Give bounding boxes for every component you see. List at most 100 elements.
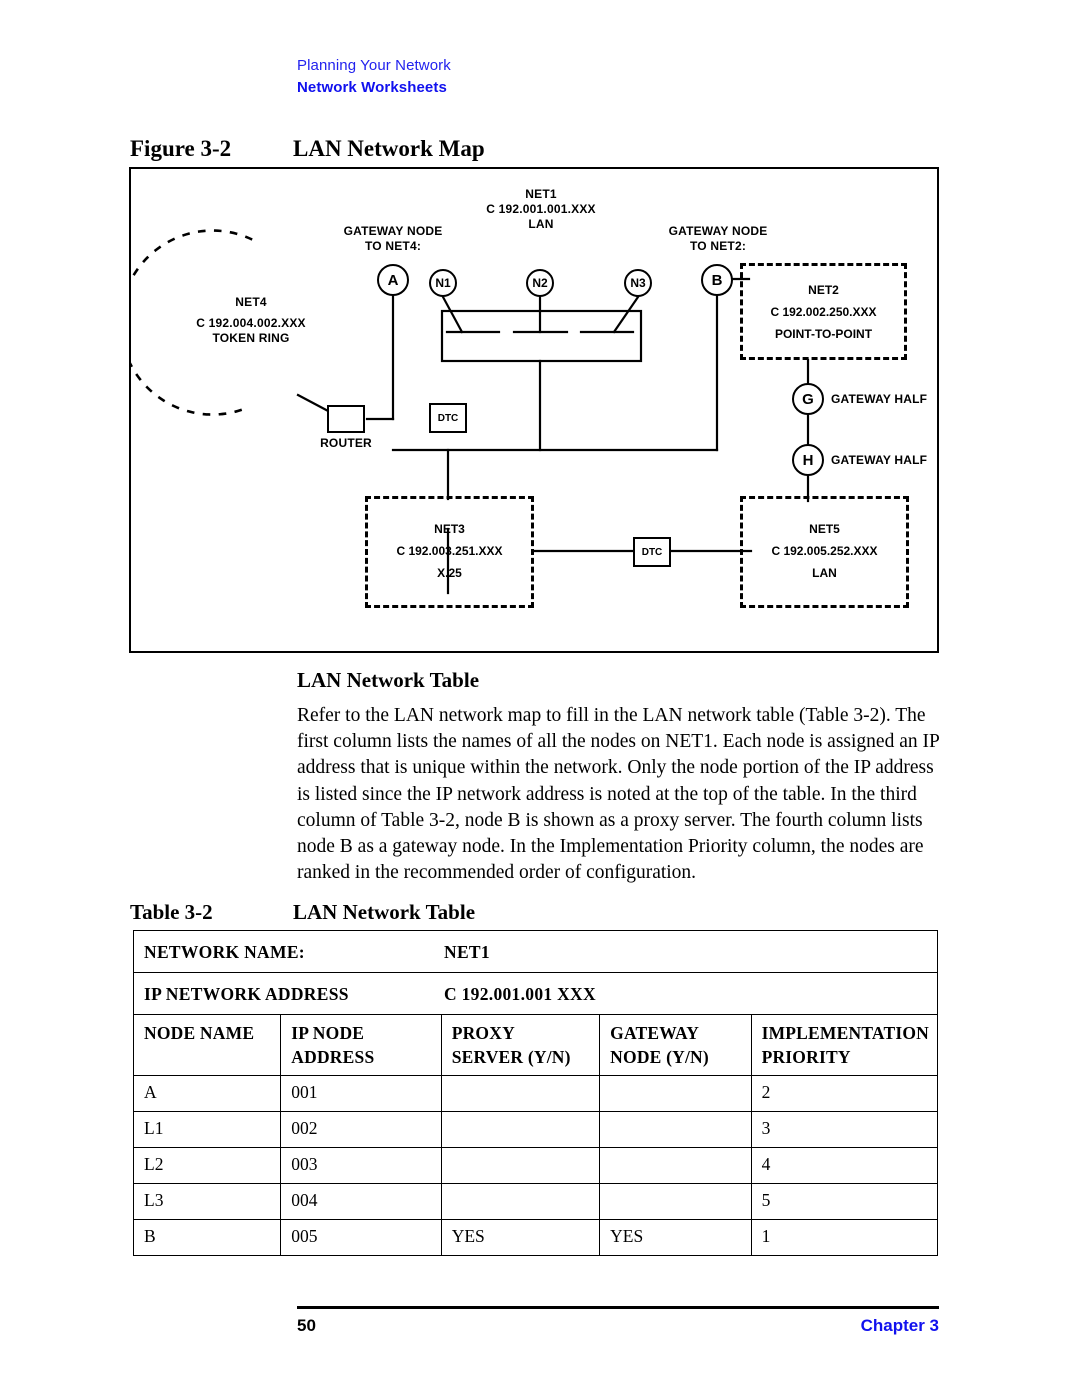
column-header-proxy-server: PROXY SERVER (Y/N) [440,1014,601,1076]
figure-caption: Figure 3-2 LAN Network Map [130,135,940,163]
gateway-to-net4-line1: GATEWAY NODE [343,224,443,238]
cell-implementation-priority: 1 [750,1219,939,1256]
node-n1: N1 [429,269,457,297]
node-n1-label: N1 [435,276,451,290]
cell-ip-node-address: 005 [280,1219,442,1256]
node-h: H [792,444,824,476]
net1-heading: NET1 C 192.001.001.XXX LAN [461,187,621,232]
cell-proxy-server: YES [440,1219,601,1256]
table-row: A 001 2 [132,1075,939,1112]
net3-address: C 192.003.251.XXX [396,544,503,558]
gateway-half-h-label: GATEWAY HALF [831,453,928,467]
cell-node-name: A [132,1075,282,1112]
footer-rule [297,1306,939,1309]
table-header-row: NODE NAME IP NODE ADDRESS PROXY SERVER (… [132,1014,939,1076]
cell-proxy-server [440,1183,601,1220]
node-a-label: A [387,271,399,289]
cell-ip-node-address: 002 [280,1111,442,1148]
table-row: B 005 YES YES 1 [132,1219,939,1256]
running-header: Planning Your Network Network Worksheets [297,56,937,97]
meta-label-ip-network-address: IP NETWORK ADDRESS [144,984,349,1004]
router-box [327,405,365,433]
net5-type: LAN [812,566,837,580]
figure-title: LAN Network Map [293,136,485,161]
cell-proxy-server [440,1111,601,1148]
net1-address: C 192.001.001.XXX [486,202,596,216]
figure-frame: NET1 C 192.001.001.XXX LAN GATEWAY NODE … [129,167,939,653]
cell-gateway-node [599,1111,752,1148]
net1-name: NET1 [525,187,557,201]
meta-value-ip-network-address: C 192.001.001 XXX [444,984,596,1004]
footer-chapter: Chapter 3 [860,1316,939,1335]
net4-address: C 192.004.002.XXX [196,316,306,330]
cell-ip-node-address: 001 [280,1075,442,1112]
running-header-section: Planning Your Network [297,57,451,74]
column-header-node-name: NODE NAME [132,1014,282,1076]
table-row: L2 003 4 [132,1147,939,1184]
net2-address: C 192.002.250.XXX [770,305,877,319]
net4-type: TOKEN RING [212,331,290,345]
cell-ip-node-address: 004 [280,1183,442,1220]
node-g-label: G [802,390,814,408]
cell-node-name: B [132,1219,282,1256]
net2-name: NET2 [808,283,839,297]
node-g: G [792,383,824,415]
cell-gateway-node [599,1183,752,1220]
figure-number: Figure 3-2 [130,136,232,161]
cell-gateway-node: YES [599,1219,752,1256]
net5-text: NET5 C 192.005.252.XXX LAN [740,518,909,584]
net3-type: X.25 [437,566,462,580]
gateway-to-net2-line2: TO NET2: [689,239,747,253]
gateway-half-g-label: GATEWAY HALF [831,392,928,406]
net2-type: POINT-TO-POINT [774,327,873,341]
meta-label-network-name: NETWORK NAME: [144,942,305,962]
cell-proxy-server [440,1147,601,1184]
gateway-to-net4-line2: TO NET4: [364,239,422,253]
node-b-label: B [711,271,723,289]
table-meta-row-ip-network-address: IP NETWORK ADDRESS C 192.001.001 XXX [133,972,938,1015]
column-header-gateway-node: GATEWAY NODE (Y/N) [599,1014,752,1076]
meta-value-network-name: NET1 [444,942,490,962]
cell-gateway-node [599,1075,752,1112]
cell-implementation-priority: 4 [750,1147,939,1184]
net1-type: LAN [528,217,554,231]
running-header-subsection: Network Worksheets [297,79,447,96]
cell-gateway-node [599,1147,752,1184]
table-row: L1 002 3 [132,1111,939,1148]
cell-node-name: L3 [132,1183,282,1220]
table-meta-row-network-name: NETWORK NAME: NET1 [133,930,938,973]
footer-page-number: 50 [297,1316,316,1335]
net3-text: NET3 C 192.003.251.XXX X.25 [365,518,534,584]
cell-node-name: L2 [132,1147,282,1184]
net2-text: NET2 C 192.002.250.XXX POINT-TO-POINT [740,279,907,345]
cell-implementation-priority: 5 [750,1183,939,1220]
cell-ip-node-address: 003 [280,1147,442,1184]
table-caption: Table 3-2 LAN Network Table [130,899,940,925]
node-n2: N2 [526,269,554,297]
meta-cell-ip-network-address: IP NETWORK ADDRESS C 192.001.001 XXX [133,972,938,1015]
gateway-to-net2-line1: GATEWAY NODE [668,224,768,238]
lan-network-map-diagram: NET1 C 192.001.001.XXX LAN GATEWAY NODE … [131,169,937,651]
node-h-label: H [802,451,814,469]
dtc-lower-box: DTC [633,537,671,567]
node-n2-label: N2 [532,276,548,290]
gateway-node-to-net2-label: GATEWAY NODE TO NET2: [638,224,798,254]
net4-name: NET4 [235,295,267,309]
cell-implementation-priority: 3 [750,1111,939,1148]
cell-proxy-server [440,1075,601,1112]
lan-network-table: NETWORK NAME: NET1 IP NETWORK ADDRESS C 19… [132,930,939,1256]
table-title: LAN Network Table [293,900,476,924]
net3-name: NET3 [434,522,465,536]
cell-implementation-priority: 2 [750,1075,939,1112]
column-header-ip-node-address: IP NODE ADDRESS [280,1014,442,1076]
cell-node-name: L1 [132,1111,282,1148]
node-b: B [701,264,733,296]
router-label: ROUTER [320,436,372,450]
node-n3-label: N3 [630,276,646,290]
table-row: L3 004 5 [132,1183,939,1220]
node-a: A [377,264,409,296]
section-paragraph: Refer to the LAN network map to fill in … [297,705,940,884]
section-heading: LAN Network Table [297,668,480,692]
gateway-node-to-net4-label: GATEWAY NODE TO NET4: [313,224,473,254]
node-n3: N3 [624,269,652,297]
